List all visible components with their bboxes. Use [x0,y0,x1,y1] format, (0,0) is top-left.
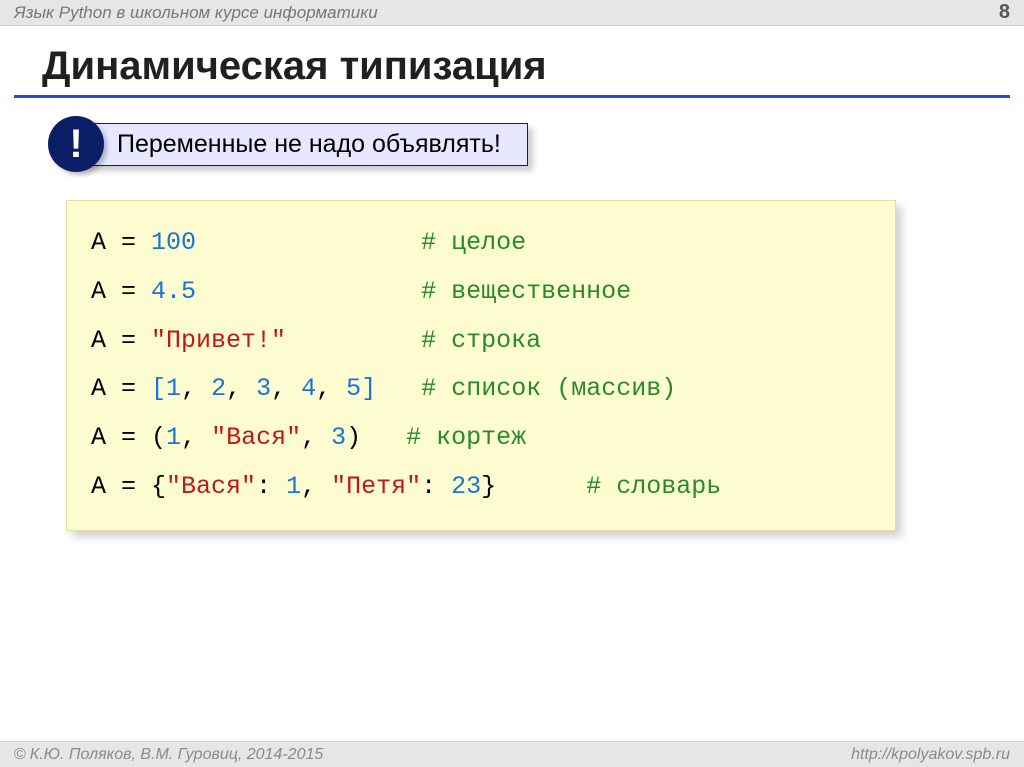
footer-url: http://kpolyakov.spb.ru [851,746,1010,764]
code-line: A = [1, 2, 3, 4, 5] # список (массив) [91,365,871,414]
title-underline [14,95,1010,98]
course-title: Язык Python в школьном курсе информатики [14,3,378,23]
callout-text: Переменные не надо объявлять! [76,123,528,166]
copyright-icon: © [14,746,26,763]
callout: ! Переменные не надо объявлять! [48,120,548,168]
exclamation-icon: ! [48,116,104,172]
code-line: A = "Привет!" # строка [91,317,871,366]
code-comment: # словарь [586,472,721,501]
code-comment: # строка [421,326,541,355]
slide-title: Динамическая типизация [42,44,1024,89]
code-line: A = (1, "Вася", 3) # кортеж [91,414,871,463]
code-line: A = {"Вася": 1, "Петя": 23} # словарь [91,463,871,512]
code-block: A = 100 # целоеA = 4.5 # вещественноеA =… [66,200,896,531]
code-line: A = 4.5 # вещественное [91,268,871,317]
slide: Язык Python в школьном курсе информатики… [0,0,1024,767]
code-line: A = 100 # целое [91,219,871,268]
code-comment: # целое [421,228,526,257]
code-comment: # кортеж [406,423,526,452]
copyright: ©К.Ю. Поляков, В.М. Гуровиц, 2014-2015 [14,746,323,764]
copyright-text: К.Ю. Поляков, В.М. Гуровиц, 2014-2015 [30,746,323,763]
page-number: 8 [999,1,1010,24]
header-bar: Язык Python в школьном курсе информатики… [0,0,1024,26]
code-comment: # список (массив) [421,374,676,403]
footer-bar: ©К.Ю. Поляков, В.М. Гуровиц, 2014-2015 h… [0,741,1024,767]
code-comment: # вещественное [421,277,631,306]
